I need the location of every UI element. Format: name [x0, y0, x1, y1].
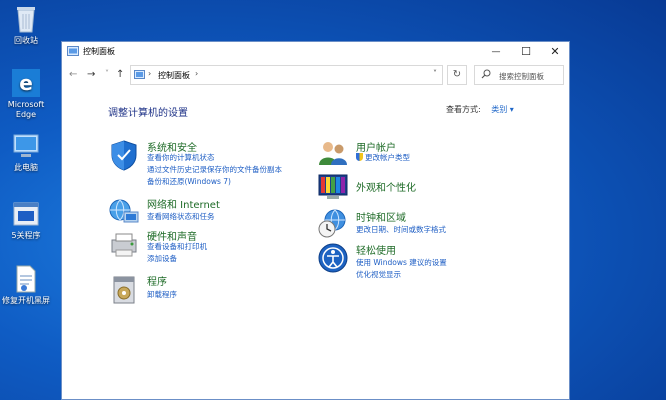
window-title: 控制面板: [83, 47, 115, 56]
category-title[interactable]: 轻松使用: [356, 242, 396, 257]
category-link[interactable]: 备份和还原(Windows 7): [147, 176, 231, 187]
control-panel-icon: [67, 46, 79, 56]
search-icon: [481, 69, 491, 79]
hardware-sound-icon: [111, 233, 137, 257]
title-bar[interactable]: 控制面板 — ☐ ✕: [62, 42, 569, 62]
category-link[interactable]: 查看设备和打印机: [147, 241, 207, 252]
category-link[interactable]: 查看你的计算机状态: [147, 152, 215, 163]
category-link[interactable]: 卸载程序: [147, 289, 177, 300]
view-by-label: 查看方式:: [446, 105, 481, 114]
shutdown-program-icon: [13, 202, 39, 226]
minimize-button[interactable]: —: [481, 42, 511, 62]
category-link[interactable]: 优化视觉显示: [356, 269, 401, 280]
clock-region-icon: [318, 209, 346, 238]
desktop-icon-label: 回收站: [14, 36, 38, 45]
user-accounts-icon: [319, 142, 347, 165]
network-internet-icon: [109, 199, 139, 223]
search-placeholder: 搜索控制面板: [499, 72, 544, 81]
address-bar-row: ← → ˅ ↑ › 控制面板 › ˅ ↻ 搜索控制面板: [62, 65, 569, 87]
view-by: 查看方式: 类别 ▾: [446, 104, 514, 115]
breadcrumb-separator: ›: [148, 69, 152, 78]
repair-script-icon: [16, 265, 36, 293]
appearance-icon: [318, 174, 348, 199]
ease-of-access-icon: [318, 243, 348, 273]
desktop-icon-label: 修复开机黑屏: [2, 296, 50, 305]
maximize-button[interactable]: ☐: [511, 42, 541, 62]
category-link[interactable]: 查看网络状态和任务: [147, 211, 215, 222]
svg-text:e: e: [19, 71, 33, 95]
address-box[interactable]: › 控制面板 › ˅: [130, 65, 443, 85]
address-dropdown-icon[interactable]: ˅: [433, 69, 437, 78]
desktop-icon-label: 5关程序: [11, 231, 41, 240]
control-panel-window: 控制面板 — ☐ ✕ ← → ˅ ↑ › 控制面板 › ˅ ↻ 搜索控制面板 调…: [61, 41, 570, 400]
desktop-icon-repair[interactable]: 修复开机黑屏: [0, 264, 54, 306]
category-link[interactable]: 更改日期、时间或数字格式: [356, 224, 446, 235]
desktop-icon-edge[interactable]: e Microsoft Edge: [0, 68, 54, 120]
edge-icon: e: [12, 69, 40, 97]
computer-icon: [13, 134, 39, 157]
view-by-dropdown[interactable]: 类别 ▾: [491, 105, 514, 114]
forward-button[interactable]: →: [87, 69, 95, 80]
page-title: 调整计算机的设置: [108, 108, 188, 119]
desktop-icon-shutdown[interactable]: 5关程序: [0, 201, 54, 241]
back-button[interactable]: ←: [69, 69, 77, 80]
desktop-icon-label: 此电脑: [14, 163, 38, 172]
category-title[interactable]: 网络和 Internet: [147, 196, 220, 211]
refresh-button[interactable]: ↻: [447, 65, 467, 85]
breadcrumb-separator: ›: [195, 69, 199, 78]
system-security-icon: [111, 140, 137, 171]
category-link[interactable]: 通过文件历史记录保存你的文件备份副本: [147, 164, 282, 175]
category-link-text: 更改帐户类型: [365, 153, 410, 162]
category-title[interactable]: 程序: [147, 273, 167, 288]
category-link[interactable]: 添加设备: [147, 253, 177, 264]
category-title[interactable]: 外观和个性化: [356, 179, 416, 194]
recycle-bin-icon: [17, 7, 35, 33]
search-input[interactable]: 搜索控制面板: [474, 65, 564, 85]
desktop-icon-recycle-bin[interactable]: 回收站: [0, 4, 54, 46]
desktop-icon-this-pc[interactable]: 此电脑: [0, 133, 54, 173]
recent-locations-button[interactable]: ˅: [105, 69, 109, 78]
category-link[interactable]: 更改帐户类型: [356, 152, 410, 163]
breadcrumb-control-panel[interactable]: 控制面板: [158, 70, 190, 81]
up-button[interactable]: ↑: [116, 69, 124, 80]
uac-shield-icon: [356, 153, 363, 161]
programs-icon: [113, 276, 135, 304]
category-link[interactable]: 使用 Windows 建议的设置: [356, 257, 447, 268]
desktop-icon-label: Microsoft Edge: [7, 100, 45, 119]
category-title[interactable]: 时钟和区域: [356, 209, 406, 224]
close-button[interactable]: ✕: [540, 42, 570, 62]
control-panel-icon: [134, 70, 145, 79]
